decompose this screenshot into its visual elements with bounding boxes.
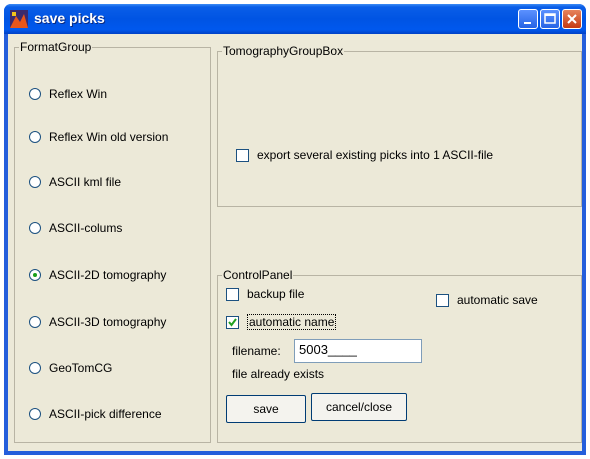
radio-reflex-win[interactable]: Reflex Win xyxy=(29,85,107,103)
radio-label: GeoTomCG xyxy=(49,361,113,375)
checkbox-label: automatic save xyxy=(457,293,538,307)
radio-button[interactable] xyxy=(29,408,41,420)
radio-ascii-kml-file[interactable]: ASCII kml file xyxy=(29,173,121,191)
format-group-title: FormatGroup xyxy=(19,39,93,55)
export-several-picks-checkbox[interactable]: export several existing picks into 1 ASC… xyxy=(236,146,493,164)
radio-button[interactable] xyxy=(29,131,41,143)
radio-button-selected[interactable] xyxy=(29,269,41,281)
checkbox[interactable] xyxy=(436,293,449,307)
tomography-group-box: TomographyGroupBox export several existi… xyxy=(217,43,582,207)
checkbox[interactable] xyxy=(226,287,239,301)
minimize-button[interactable] xyxy=(518,9,538,29)
radio-ascii-2d-tomography[interactable]: ASCII-2D tomography xyxy=(29,266,166,284)
radio-button[interactable] xyxy=(29,222,41,234)
checkbox-checked[interactable] xyxy=(226,315,239,329)
radio-ascii-colums[interactable]: ASCII-colums xyxy=(29,219,122,237)
automatic-save-checkbox[interactable]: automatic save xyxy=(436,291,538,309)
radio-button[interactable] xyxy=(29,362,41,374)
checkbox-label: automatic name xyxy=(247,314,337,330)
filename-input[interactable]: 5003____ xyxy=(294,339,422,363)
checkbox[interactable] xyxy=(236,148,249,162)
radio-reflex-win-old-version[interactable]: Reflex Win old version xyxy=(29,128,168,146)
radio-label: ASCII-3D tomography xyxy=(49,315,167,329)
close-icon xyxy=(567,14,577,24)
close-button[interactable] xyxy=(562,9,582,29)
filename-label: filename: xyxy=(232,344,281,358)
title-bar[interactable]: save picks xyxy=(4,4,586,34)
save-picks-window: save picks FormatGroup Reflex Win Reflex… xyxy=(4,4,586,455)
automatic-name-checkbox[interactable]: automatic name xyxy=(226,313,337,331)
save-button[interactable]: save xyxy=(226,395,306,423)
radio-ascii-pick-difference[interactable]: ASCII-pick difference xyxy=(29,405,162,423)
radio-label: ASCII-colums xyxy=(49,221,123,235)
control-panel: ControlPanel backup file automatic save … xyxy=(217,267,582,443)
radio-label: ASCII-2D tomography xyxy=(49,268,167,282)
cancel-close-button[interactable]: cancel/close xyxy=(311,393,407,421)
window-title: save picks xyxy=(34,10,105,26)
backup-file-checkbox[interactable]: backup file xyxy=(226,285,304,303)
control-panel-title: ControlPanel xyxy=(222,267,294,283)
radio-button[interactable] xyxy=(29,88,41,100)
check-mark-icon xyxy=(228,317,237,327)
maximize-icon xyxy=(544,13,556,24)
radio-label: Reflex Win xyxy=(49,87,108,101)
radio-label: ASCII kml file xyxy=(49,175,122,189)
file-status-text: file already exists xyxy=(232,367,325,381)
minimize-icon xyxy=(524,22,531,24)
dialog-client-area: FormatGroup Reflex Win Reflex Win old ve… xyxy=(8,34,582,451)
checkbox-label: backup file xyxy=(247,287,305,301)
radio-button[interactable] xyxy=(29,316,41,328)
app-icon xyxy=(10,10,28,28)
radio-label: ASCII-pick difference xyxy=(49,407,162,421)
radio-label: Reflex Win old version xyxy=(49,130,169,144)
maximize-button[interactable] xyxy=(540,9,560,29)
tomography-group-title: TomographyGroupBox xyxy=(222,43,345,59)
checkbox-label: export several existing picks into 1 ASC… xyxy=(257,148,494,162)
radio-button[interactable] xyxy=(29,176,41,188)
format-group: FormatGroup Reflex Win Reflex Win old ve… xyxy=(14,39,211,443)
radio-geotomcg[interactable]: GeoTomCG xyxy=(29,359,112,377)
radio-ascii-3d-tomography[interactable]: ASCII-3D tomography xyxy=(29,313,166,331)
